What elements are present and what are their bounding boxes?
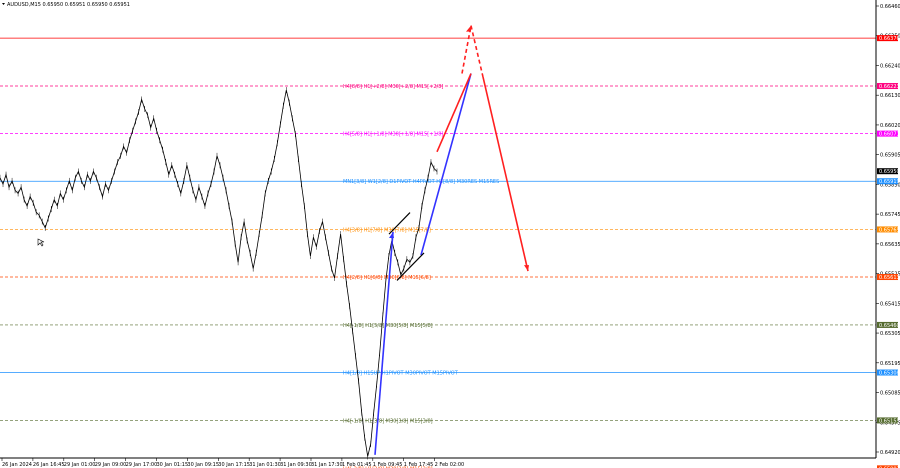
time-tick-label-8: 31 Jan 01:30 (249, 462, 281, 468)
level-label-4: MN1[3/8] W1[2/8] D1PIVOT H4PIVOT H1[8/8]… (343, 179, 499, 185)
time-tick-label-13: 1 Feb 17:45 (404, 462, 434, 468)
price-badge-text-6: 0.65613 (879, 275, 900, 281)
price-tick-label-15: 0.64920 (880, 450, 900, 456)
time-tick-label-7: 30 Jan 17:15 (218, 462, 250, 468)
price-badge-text-1: 0.66223 (879, 84, 900, 90)
price-tick-label-12: 0.65195 (880, 361, 900, 367)
symbol-header: AUDUSD,M15 0.65950 0.65951 0.65950 0.659… (7, 2, 130, 8)
price-tick-label-7: 0.65745 (880, 212, 900, 218)
level-label-6: H4[2/8] H1[6/8] M30[6/8] M15[6/8] (343, 275, 431, 281)
chart-background (0, 0, 900, 468)
time-tick-label-2: 29 Jan 01:00 (64, 462, 96, 468)
time-tick-label-9: 31 Jan 09:30 (280, 462, 312, 468)
price-badge-text-9: 0.65155 (879, 418, 900, 424)
time-tick-label-14: 2 Feb 02:00 (435, 462, 465, 468)
price-tick-label-13: 0.65085 (880, 391, 900, 397)
price-tick-label-8: 0.65635 (880, 242, 900, 248)
price-tick-label-3: 0.66130 (880, 93, 900, 99)
price-badge-text-3: 0.65950 (879, 169, 900, 175)
price-tick-label-0: 0.66460 (880, 4, 900, 10)
time-tick-label-4: 29 Jan 17:00 (126, 462, 158, 468)
price-tick-label-10: 0.65415 (880, 301, 900, 307)
time-tick-label-5: 30 Jan 01:15 (157, 462, 189, 468)
price-tick-label-2: 0.66240 (880, 63, 900, 69)
time-tick-label-11: 1 Feb 01:45 (342, 462, 372, 468)
level-label-7: H4[-1/8] H1[5/8] M30[5/8] M15[5/8] (343, 323, 433, 329)
price-tick-label-4: 0.66020 (880, 123, 900, 129)
price-badge-text-2: 0.66071 (879, 132, 900, 138)
price-badge-text-7: 0.65460 (879, 323, 900, 329)
level-label-8: H4[1/8] H1SUP H1PIVOT M30PIVOT M15PIVOT (343, 371, 459, 377)
price-badge-text-0: 0.66376 (879, 36, 900, 42)
level-label-1: H4[8/8] H1[+2/8] M30[+2/8] M15[+2/8] (343, 84, 443, 90)
price-tick-label-11: 0.65305 (880, 331, 900, 337)
time-tick-label-1: 26 Jan 16:45 (33, 462, 65, 468)
time-tick-label-6: 30 Jan 09:15 (187, 462, 219, 468)
price-badge-text-8: 0.65308 (879, 371, 900, 377)
time-tick-label-0: 26 Jan 2024 (2, 462, 32, 468)
level-label-2: H4[5/8] H1[+1/8] M30[+1/8] M15[+1/8] (343, 132, 443, 138)
price-chart[interactable]: H4[8/8] H1[+2/8] M30[+2/8] M15[+2/8] H4[5… (0, 0, 900, 468)
time-tick-label-10: 31 Jan 17:30 (311, 462, 343, 468)
price-badge-text-5: 0.65765 (879, 227, 900, 233)
level-label-9: H4[-1/8] H1[3/8] M30[3/8] M15[3/8] (343, 418, 433, 424)
time-tick-label-12: 1 Feb 09:45 (373, 462, 403, 468)
time-tick-label-3: 29 Jan 09:00 (95, 462, 127, 468)
price-tick-label-5: 0.65905 (880, 153, 900, 159)
price-badge-text-4: 0.65919 (879, 179, 900, 185)
